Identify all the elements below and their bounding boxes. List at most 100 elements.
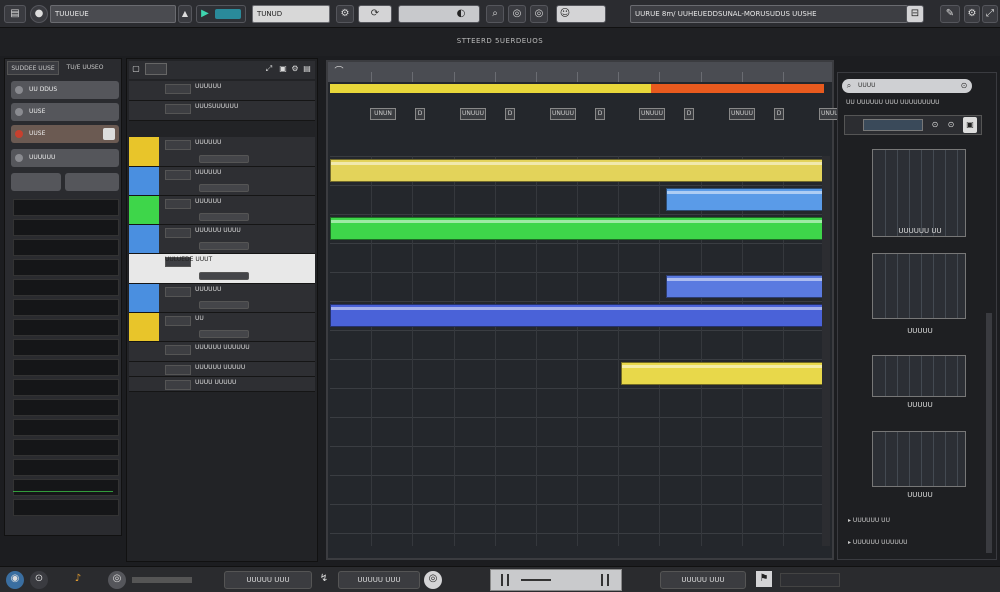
track-header[interactable]: UUUUUU [129, 137, 315, 167]
flag-icon[interactable]: ⚑ [756, 571, 772, 587]
audio-clip[interactable] [666, 188, 824, 211]
track-header[interactable]: UUUUUU [129, 284, 315, 313]
track-color-swatch[interactable] [129, 254, 159, 283]
audio-clip[interactable] [666, 275, 824, 298]
loop-button[interactable]: ⟳ [358, 5, 392, 23]
zoom-control[interactable]: ◐ [398, 5, 480, 23]
home-icon[interactable]: ⊙ [30, 571, 48, 589]
insert-slot[interactable] [13, 199, 119, 216]
inspector-row-3[interactable]: UUSE [11, 125, 119, 143]
media-scrollbar[interactable] [986, 313, 992, 553]
media-search-input[interactable]: UUUU [842, 79, 972, 93]
insert-slot[interactable] [13, 299, 119, 316]
track-header[interactable]: UU [129, 313, 315, 342]
grid-button[interactable]: ◎ [508, 5, 526, 23]
inspector-row-4[interactable]: UUUUUU [11, 149, 119, 167]
position-field[interactable]: UUUUU UUU [224, 571, 312, 589]
close-button[interactable]: ⤢ [982, 5, 998, 23]
insert-slot[interactable] [13, 499, 119, 516]
track-volume-slider[interactable] [199, 301, 249, 309]
media-folder-item[interactable]: ▸ UUUUUU UU [848, 517, 890, 524]
insert-slot[interactable] [13, 479, 119, 496]
gear-button[interactable]: ⚙ [964, 5, 980, 23]
inspector-row-2[interactable]: UUSE [11, 103, 119, 121]
track-volume-slider[interactable] [199, 213, 249, 221]
locator-marker[interactable]: UNUUU [729, 108, 755, 120]
insert-slot[interactable] [13, 319, 119, 336]
window-button[interactable]: ◎ [530, 5, 548, 23]
search-clear-icon[interactable]: ⊙ [958, 78, 970, 94]
record-button[interactable]: ● [30, 5, 48, 23]
track-color-swatch[interactable] [129, 284, 159, 312]
track-mute-button[interactable] [165, 365, 191, 375]
collapse-icon[interactable]: ▢ [131, 61, 141, 77]
track-color-swatch[interactable] [129, 81, 159, 100]
send-slot-button[interactable] [65, 173, 119, 191]
audio-clip[interactable] [330, 217, 824, 240]
media-filter-dropdown[interactable] [863, 119, 923, 131]
track-mute-button[interactable] [165, 380, 191, 390]
track-mute-button[interactable] [165, 84, 191, 94]
locator-marker[interactable]: D [505, 108, 515, 120]
insert-slot-button[interactable] [11, 173, 61, 191]
track-color-swatch[interactable] [129, 342, 159, 361]
insert-slot[interactable] [13, 279, 119, 296]
track-mute-button[interactable] [165, 228, 191, 238]
track-header[interactable]: UUUUUU UUUUUU [129, 342, 315, 362]
track-volume-slider[interactable] [199, 272, 249, 280]
pin-button[interactable]: ⊟ [906, 5, 924, 23]
timeline-ruler[interactable]: ⌒ [328, 62, 832, 82]
inspector-row-1[interactable]: UU DDUS [11, 81, 119, 99]
insert-slot[interactable] [13, 439, 119, 456]
search-button[interactable]: ⌕ [486, 5, 504, 23]
refresh-icon[interactable]: ⊙ [929, 117, 941, 133]
favorite-icon[interactable]: ⊙ [945, 117, 957, 133]
track-color-swatch[interactable] [129, 362, 159, 376]
audio-clip[interactable] [621, 362, 824, 385]
edit-icon[interactable] [103, 128, 115, 140]
insert-slot[interactable] [13, 359, 119, 376]
marker-track[interactable] [330, 84, 824, 93]
expand-icon[interactable]: ⤢ [263, 61, 275, 77]
folder-icon[interactable]: ▣ [277, 61, 289, 77]
media-thumbnail[interactable] [872, 149, 966, 237]
grid-view-icon[interactable]: ▣ [963, 117, 977, 133]
track-mute-button[interactable] [165, 140, 191, 150]
track-lanes[interactable] [330, 156, 824, 546]
media-thumbnail[interactable] [872, 431, 966, 487]
track-volume-slider[interactable] [199, 184, 249, 192]
locator-marker[interactable]: UNUUU [460, 108, 486, 120]
audio-icon[interactable]: ♪ [70, 571, 86, 587]
settings-icon[interactable]: ⚙ [289, 61, 301, 77]
project-field[interactable]: TUUUEUE [50, 5, 176, 23]
track-header[interactable]: UUUUUU [129, 167, 315, 196]
layout-button[interactable]: ✎ [940, 5, 960, 23]
tab-inspector[interactable]: SUDDEE UUSE [7, 61, 59, 75]
locator-marker[interactable]: D [415, 108, 425, 120]
insert-slot[interactable] [13, 379, 119, 396]
forward-icon[interactable]: ◎ [424, 571, 442, 589]
track-mute-button[interactable] [165, 170, 191, 180]
media-thumbnail[interactable] [872, 253, 966, 319]
track-mute-button[interactable] [165, 104, 191, 114]
user-button[interactable]: ☺ [556, 5, 606, 23]
insert-slot[interactable] [13, 419, 119, 436]
locator-marker[interactable]: UNUN [370, 108, 396, 120]
marker-region[interactable] [651, 84, 824, 93]
module-field[interactable]: TUNUD [252, 5, 330, 23]
settings-button[interactable]: ⚙ [336, 5, 354, 23]
locator-marker[interactable]: UNUUU [550, 108, 576, 120]
insert-slot[interactable] [13, 339, 119, 356]
track-mute-button[interactable] [165, 199, 191, 209]
stop-icon[interactable]: ◉ [6, 571, 24, 589]
track-header[interactable]: UUUSUUUUUU [129, 101, 315, 121]
track-header[interactable]: UUUU UUUUU [129, 377, 315, 392]
track-filter-button[interactable] [145, 63, 167, 75]
track-color-swatch[interactable] [129, 137, 159, 166]
media-folder-item[interactable]: ▸ UUUUUU UUUUUU [848, 539, 908, 546]
track-color-swatch[interactable] [129, 101, 159, 120]
insert-slot[interactable] [13, 259, 119, 276]
media-thumbnail[interactable] [872, 355, 966, 397]
track-mute-button[interactable] [165, 287, 191, 297]
media-filter-bar[interactable]: ⊙ ⊙ ▣ [844, 115, 982, 135]
